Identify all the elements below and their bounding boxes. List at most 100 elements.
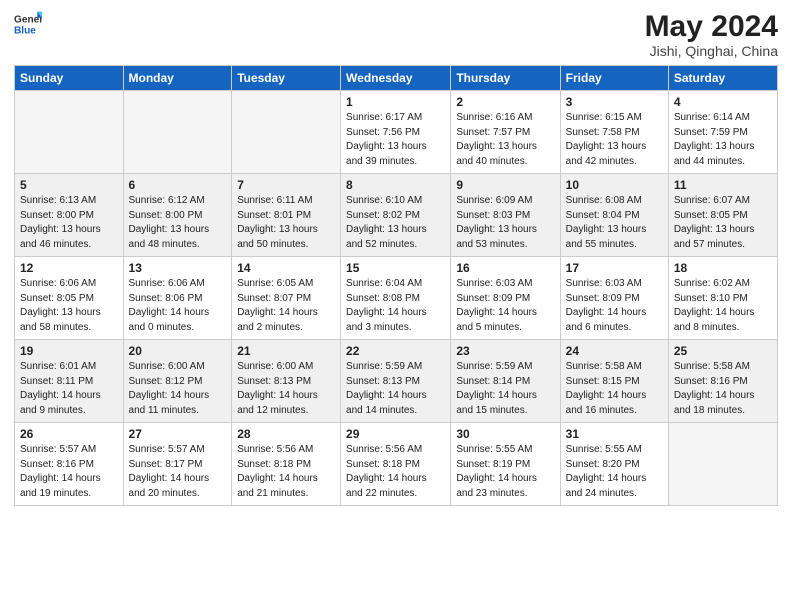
day-info: Sunrise: 6:02 AM Sunset: 8:10 PM Dayligh… (674, 277, 772, 335)
calendar-cell: 7 Sunrise: 6:11 AM Sunset: 8:01 PM Daylig… (232, 174, 341, 257)
svg-text:Blue: Blue (14, 25, 36, 36)
calendar-cell: 27 Sunrise: 5:57 AM Sunset: 8:17 PM Dayli… (123, 423, 232, 506)
day-number: 11 (674, 178, 772, 192)
day-number: 7 (237, 178, 335, 192)
calendar-header-row: SundayMondayTuesdayWednesdayThursdayFrid… (15, 66, 778, 91)
day-number: 18 (674, 261, 772, 275)
day-number: 25 (674, 344, 772, 358)
day-info: Sunrise: 6:05 AM Sunset: 8:07 PM Dayligh… (237, 277, 335, 335)
calendar-cell: 2 Sunrise: 6:16 AM Sunset: 7:57 PM Daylig… (451, 91, 560, 174)
calendar-cell: 11 Sunrise: 6:07 AM Sunset: 8:05 PM Dayli… (668, 174, 777, 257)
day-info: Sunrise: 5:55 AM Sunset: 8:20 PM Dayligh… (566, 443, 663, 501)
day-number: 14 (237, 261, 335, 275)
day-info: Sunrise: 6:13 AM Sunset: 8:00 PM Dayligh… (20, 194, 118, 252)
day-number: 4 (674, 95, 772, 109)
day-number: 9 (456, 178, 554, 192)
day-number: 28 (237, 427, 335, 441)
calendar-week-row: 26 Sunrise: 5:57 AM Sunset: 8:16 PM Dayli… (15, 423, 778, 506)
day-info: Sunrise: 6:06 AM Sunset: 8:06 PM Dayligh… (129, 277, 227, 335)
day-number: 5 (20, 178, 118, 192)
calendar: SundayMondayTuesdayWednesdayThursdayFrid… (14, 65, 778, 506)
calendar-cell: 4 Sunrise: 6:14 AM Sunset: 7:59 PM Daylig… (668, 91, 777, 174)
day-info: Sunrise: 6:14 AM Sunset: 7:59 PM Dayligh… (674, 111, 772, 169)
day-number: 23 (456, 344, 554, 358)
calendar-cell: 24Sunrise: 5:58 AM Sunset: 8:15 PM Dayli… (560, 340, 668, 423)
calendar-cell: 21 Sunrise: 6:00 AM Sunset: 8:13 PM Dayli… (232, 340, 341, 423)
calendar-cell: 10 Sunrise: 6:08 AM Sunset: 8:04 PM Dayli… (560, 174, 668, 257)
day-number: 2 (456, 95, 554, 109)
day-info: Sunrise: 6:17 AM Sunset: 7:56 PM Dayligh… (346, 111, 445, 169)
calendar-cell: 3Sunrise: 6:15 AM Sunset: 7:58 PM Daylig… (560, 91, 668, 174)
day-number: 20 (129, 344, 227, 358)
calendar-cell: 5 Sunrise: 6:13 AM Sunset: 8:00 PM Daylig… (15, 174, 124, 257)
col-header-friday: Friday (560, 66, 668, 91)
title-block: May 2024 Jishi, Qinghai, China (645, 10, 778, 59)
calendar-cell: 22Sunrise: 5:59 AM Sunset: 8:13 PM Dayli… (341, 340, 451, 423)
calendar-cell: 1 Sunrise: 6:17 AM Sunset: 7:56 PM Daylig… (341, 91, 451, 174)
day-info: Sunrise: 6:11 AM Sunset: 8:01 PM Dayligh… (237, 194, 335, 252)
calendar-week-row: 1 Sunrise: 6:17 AM Sunset: 7:56 PM Daylig… (15, 91, 778, 174)
day-number: 31 (566, 427, 663, 441)
col-header-thursday: Thursday (451, 66, 560, 91)
calendar-cell: 17Sunrise: 6:03 AM Sunset: 8:09 PM Dayli… (560, 257, 668, 340)
day-info: Sunrise: 6:00 AM Sunset: 8:13 PM Dayligh… (237, 360, 335, 418)
day-number: 19 (20, 344, 118, 358)
day-number: 13 (129, 261, 227, 275)
day-number: 24 (566, 344, 663, 358)
day-info: Sunrise: 6:00 AM Sunset: 8:12 PM Dayligh… (129, 360, 227, 418)
day-number: 29 (346, 427, 445, 441)
day-info: Sunrise: 6:03 AM Sunset: 8:09 PM Dayligh… (456, 277, 554, 335)
day-info: Sunrise: 6:15 AM Sunset: 7:58 PM Dayligh… (566, 111, 663, 169)
calendar-cell: 20 Sunrise: 6:00 AM Sunset: 8:12 PM Dayli… (123, 340, 232, 423)
day-info: Sunrise: 6:09 AM Sunset: 8:03 PM Dayligh… (456, 194, 554, 252)
calendar-week-row: 19 Sunrise: 6:01 AM Sunset: 8:11 PM Dayli… (15, 340, 778, 423)
day-number: 1 (346, 95, 445, 109)
day-info: Sunrise: 6:07 AM Sunset: 8:05 PM Dayligh… (674, 194, 772, 252)
col-header-wednesday: Wednesday (341, 66, 451, 91)
day-number: 27 (129, 427, 227, 441)
day-info: Sunrise: 6:16 AM Sunset: 7:57 PM Dayligh… (456, 111, 554, 169)
col-header-saturday: Saturday (668, 66, 777, 91)
day-number: 21 (237, 344, 335, 358)
day-number: 30 (456, 427, 554, 441)
day-info: Sunrise: 6:08 AM Sunset: 8:04 PM Dayligh… (566, 194, 663, 252)
day-number: 6 (129, 178, 227, 192)
calendar-cell: 25 Sunrise: 5:58 AM Sunset: 8:16 PM Dayli… (668, 340, 777, 423)
calendar-week-row: 5 Sunrise: 6:13 AM Sunset: 8:00 PM Daylig… (15, 174, 778, 257)
calendar-cell: 6 Sunrise: 6:12 AM Sunset: 8:00 PM Daylig… (123, 174, 232, 257)
day-info: Sunrise: 5:55 AM Sunset: 8:19 PM Dayligh… (456, 443, 554, 501)
col-header-sunday: Sunday (15, 66, 124, 91)
calendar-cell: 28 Sunrise: 5:56 AM Sunset: 8:18 PM Dayli… (232, 423, 341, 506)
day-info: Sunrise: 6:01 AM Sunset: 8:11 PM Dayligh… (20, 360, 118, 418)
day-info: Sunrise: 5:56 AM Sunset: 8:18 PM Dayligh… (237, 443, 335, 501)
calendar-cell: 16 Sunrise: 6:03 AM Sunset: 8:09 PM Dayli… (451, 257, 560, 340)
logo-icon: General Blue (14, 10, 42, 38)
location: Jishi, Qinghai, China (645, 43, 778, 59)
month-title: May 2024 (645, 10, 778, 43)
day-info: Sunrise: 5:57 AM Sunset: 8:16 PM Dayligh… (20, 443, 118, 501)
day-info: Sunrise: 5:56 AM Sunset: 8:18 PM Dayligh… (346, 443, 445, 501)
day-number: 10 (566, 178, 663, 192)
calendar-cell (232, 91, 341, 174)
calendar-cell: 19 Sunrise: 6:01 AM Sunset: 8:11 PM Dayli… (15, 340, 124, 423)
calendar-cell: 15 Sunrise: 6:04 AM Sunset: 8:08 PM Dayli… (341, 257, 451, 340)
day-info: Sunrise: 5:58 AM Sunset: 8:16 PM Dayligh… (674, 360, 772, 418)
day-number: 16 (456, 261, 554, 275)
day-number: 26 (20, 427, 118, 441)
day-info: Sunrise: 6:10 AM Sunset: 8:02 PM Dayligh… (346, 194, 445, 252)
day-info: Sunrise: 6:06 AM Sunset: 8:05 PM Dayligh… (20, 277, 118, 335)
header: General Blue May 2024 Jishi, Qinghai, Ch… (14, 10, 778, 59)
day-info: Sunrise: 6:12 AM Sunset: 8:00 PM Dayligh… (129, 194, 227, 252)
logo: General Blue (14, 10, 42, 38)
day-info: Sunrise: 6:04 AM Sunset: 8:08 PM Dayligh… (346, 277, 445, 335)
calendar-cell (15, 91, 124, 174)
day-info: Sunrise: 5:57 AM Sunset: 8:17 PM Dayligh… (129, 443, 227, 501)
calendar-cell: 14 Sunrise: 6:05 AM Sunset: 8:07 PM Dayli… (232, 257, 341, 340)
day-info: Sunrise: 6:03 AM Sunset: 8:09 PM Dayligh… (566, 277, 663, 335)
calendar-cell (668, 423, 777, 506)
calendar-cell: 30 Sunrise: 5:55 AM Sunset: 8:19 PM Dayli… (451, 423, 560, 506)
calendar-cell (123, 91, 232, 174)
calendar-cell: 8Sunrise: 6:10 AM Sunset: 8:02 PM Daylig… (341, 174, 451, 257)
day-number: 15 (346, 261, 445, 275)
day-number: 12 (20, 261, 118, 275)
